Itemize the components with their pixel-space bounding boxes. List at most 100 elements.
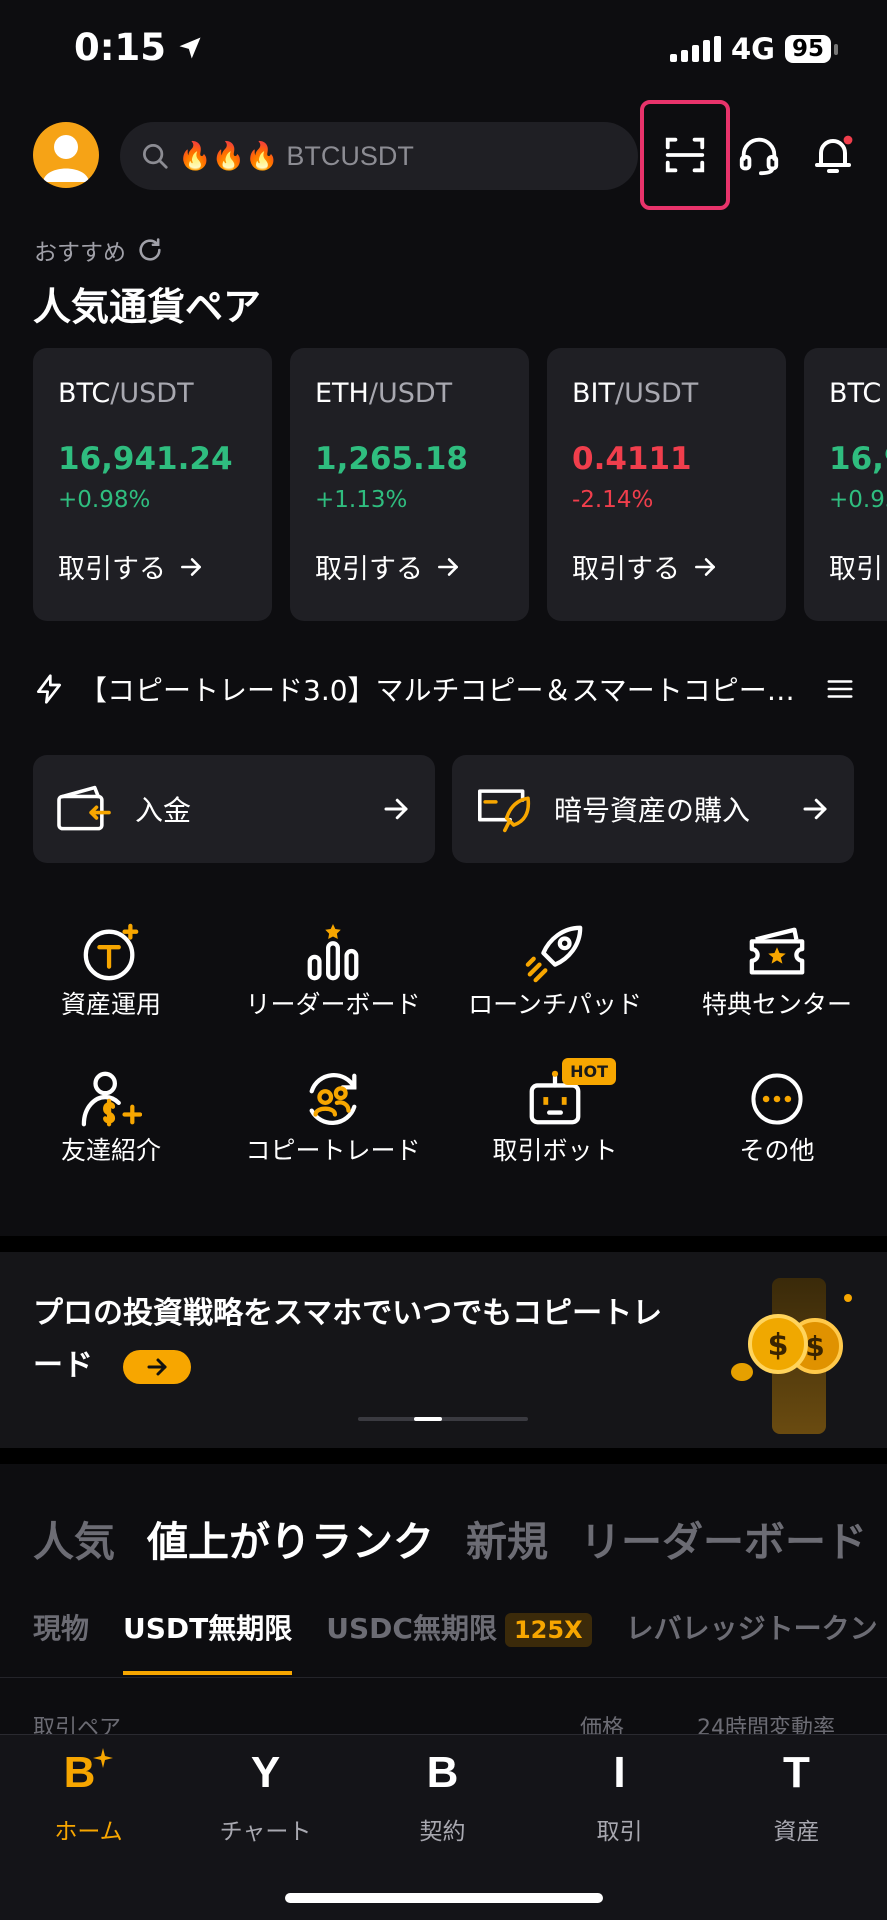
nav-glyph-t: T bbox=[783, 1748, 810, 1797]
headset-icon bbox=[739, 137, 779, 176]
recommend-text: おすすめ bbox=[34, 240, 126, 266]
notification-button[interactable] bbox=[806, 128, 860, 182]
tab-leaderboard[interactable]: リーダーボード bbox=[580, 1508, 867, 1568]
pair-price: 16,941.24 bbox=[58, 441, 233, 477]
hot-badge: HOT bbox=[562, 1058, 616, 1085]
subtab-spot[interactable]: 現物 bbox=[33, 1607, 89, 1647]
deposit-button[interactable]: 入金 bbox=[33, 755, 435, 863]
bybit-b-icon: B bbox=[0, 1748, 177, 1804]
subtab-usdc-perpetual[interactable]: USDC無期限 125X bbox=[326, 1607, 592, 1647]
search-placeholder: 🔥🔥🔥 BTCUSDT bbox=[178, 141, 414, 171]
nav-assets[interactable]: T 資産 bbox=[708, 1748, 885, 1846]
trade-link[interactable]: 取引する bbox=[58, 547, 272, 586]
nav-label: 資産 bbox=[773, 1819, 820, 1845]
pair-name: ETH/USDT bbox=[315, 378, 453, 409]
menu-icon[interactable] bbox=[825, 674, 855, 704]
grid-asset-management[interactable]: 資産運用 bbox=[16, 920, 206, 1020]
ticket-star-icon bbox=[749, 927, 805, 975]
pair-change: -2.14% bbox=[572, 487, 654, 513]
pair-price: 16,9 bbox=[829, 441, 887, 477]
copy-trade-icon bbox=[309, 1073, 357, 1125]
wallet-deposit-icon bbox=[57, 785, 111, 831]
search-bar[interactable]: 🔥🔥🔥 BTCUSDT bbox=[120, 122, 638, 190]
subtab-usdt-perpetual[interactable]: USDT無期限 bbox=[123, 1607, 293, 1675]
arrow-right-icon bbox=[803, 798, 827, 820]
divider bbox=[0, 1677, 887, 1678]
tab-popular[interactable]: 人気 bbox=[33, 1508, 115, 1568]
deposit-label: 入金 bbox=[135, 794, 192, 827]
pair-name: BIT/USDT bbox=[572, 378, 699, 409]
scan-button[interactable] bbox=[640, 100, 730, 210]
grid-more[interactable]: その他 bbox=[682, 1066, 872, 1166]
subtab-leveraged-tokens[interactable]: レバレッジトークン bbox=[626, 1607, 878, 1647]
pair-price: 0.4111 bbox=[572, 441, 692, 477]
arrow-right-icon bbox=[384, 798, 408, 820]
status-time: 0:15 bbox=[74, 26, 204, 69]
arrow-right-icon bbox=[181, 557, 201, 576]
grid-referral[interactable]: 友達紹介 bbox=[16, 1066, 206, 1166]
buy-crypto-label: 暗号資産の購入 bbox=[554, 794, 751, 827]
nav-contract[interactable]: B 契約 bbox=[354, 1748, 531, 1846]
nav-trade[interactable]: I 取引 bbox=[531, 1748, 708, 1846]
bell-icon bbox=[815, 135, 853, 173]
pair-card-btc[interactable]: BTC/USDT 16,941.24 +0.98% 取引する bbox=[33, 348, 272, 621]
pair-name: BTC/USDT bbox=[58, 378, 194, 409]
trade-link[interactable]: 取引する bbox=[572, 547, 786, 586]
tab-new[interactable]: 新規 bbox=[466, 1508, 548, 1568]
recommend-label: おすすめ bbox=[34, 233, 164, 267]
arrow-right-icon bbox=[147, 1358, 167, 1375]
pair-card-bit[interactable]: BIT/USDT 0.4111 -2.14% 取引する bbox=[547, 348, 786, 621]
grid-label: その他 bbox=[739, 1136, 815, 1165]
network-type: 4G bbox=[731, 32, 775, 66]
announcement-bar[interactable]: 【コピートレード3.0】マルチコピー＆スマートコピー… bbox=[33, 668, 855, 710]
grid-label: 特典センター bbox=[701, 990, 852, 1019]
section-divider bbox=[0, 1236, 887, 1252]
carousel-indicator bbox=[358, 1417, 528, 1421]
pair-card-eth[interactable]: ETH/USDT 1,265.18 +1.13% 取引する bbox=[290, 348, 529, 621]
lightning-icon bbox=[37, 674, 61, 704]
nav-glyph-y: Y bbox=[250, 1748, 281, 1797]
grid-label: 取引ボット bbox=[492, 1136, 618, 1165]
grid-leaderboard[interactable]: リーダーボード bbox=[238, 920, 428, 1020]
nav-home[interactable]: B ホーム bbox=[0, 1748, 177, 1846]
pair-change: +0.93 bbox=[829, 487, 887, 513]
buy-crypto-button[interactable]: 暗号資産の購入 bbox=[452, 755, 854, 863]
pair-change: +1.13% bbox=[315, 487, 408, 513]
trade-link[interactable]: 取引する bbox=[315, 547, 529, 586]
rocket-icon bbox=[525, 925, 583, 983]
search-icon bbox=[143, 144, 168, 169]
pair-name: BTC bbox=[829, 378, 882, 409]
scan-icon bbox=[665, 137, 705, 173]
nav-label: チャート bbox=[219, 1819, 312, 1845]
pair-change: +0.98% bbox=[58, 487, 151, 513]
status-indicators: 4G 95 bbox=[670, 32, 839, 66]
grid-label: リーダーボード bbox=[245, 990, 421, 1019]
banner-arrow-button[interactable] bbox=[123, 1349, 191, 1384]
avatar[interactable] bbox=[33, 122, 99, 188]
grid-rewards-center[interactable]: 特典センター bbox=[682, 920, 872, 1020]
nav-glyph-i: I bbox=[613, 1748, 626, 1797]
svg-text:$: $ bbox=[768, 1328, 789, 1363]
nav-chart[interactable]: Y チャート bbox=[177, 1748, 354, 1846]
grid-label: コピートレード bbox=[245, 1136, 421, 1165]
svg-text:$: $ bbox=[805, 1330, 824, 1363]
nav-label: 契約 bbox=[419, 1819, 466, 1845]
grid-copy-trade[interactable]: コピートレード bbox=[238, 1066, 428, 1166]
grid-trading-bot[interactable]: HOT 取引ボット bbox=[460, 1058, 650, 1166]
support-button[interactable] bbox=[732, 128, 786, 182]
tab-gainers[interactable]: 値上がりランク bbox=[147, 1508, 434, 1568]
grid-label: 資産運用 bbox=[60, 990, 161, 1019]
refresh-icon[interactable] bbox=[136, 236, 164, 264]
trade-link[interactable]: 取引 bbox=[829, 547, 887, 586]
grid-label: ローンチパッド bbox=[468, 990, 642, 1019]
home-indicator[interactable] bbox=[285, 1893, 603, 1903]
card-rocket-icon bbox=[478, 789, 531, 833]
grid-launchpad[interactable]: ローンチパッド bbox=[460, 920, 650, 1020]
leaderboard-icon bbox=[307, 923, 359, 981]
location-arrow-icon bbox=[179, 37, 201, 58]
grid-label: 友達紹介 bbox=[60, 1136, 161, 1165]
pair-card-partial[interactable]: BTC 16,9 +0.93 取引 bbox=[804, 348, 887, 621]
market-tabs: 人気 値上がりランク 新規 リーダーボード bbox=[33, 1508, 867, 1568]
battery-icon: 95 bbox=[784, 35, 839, 63]
market-subtabs: 現物 USDT無期限 USDC無期限 125X レバレッジトークン bbox=[33, 1607, 878, 1675]
